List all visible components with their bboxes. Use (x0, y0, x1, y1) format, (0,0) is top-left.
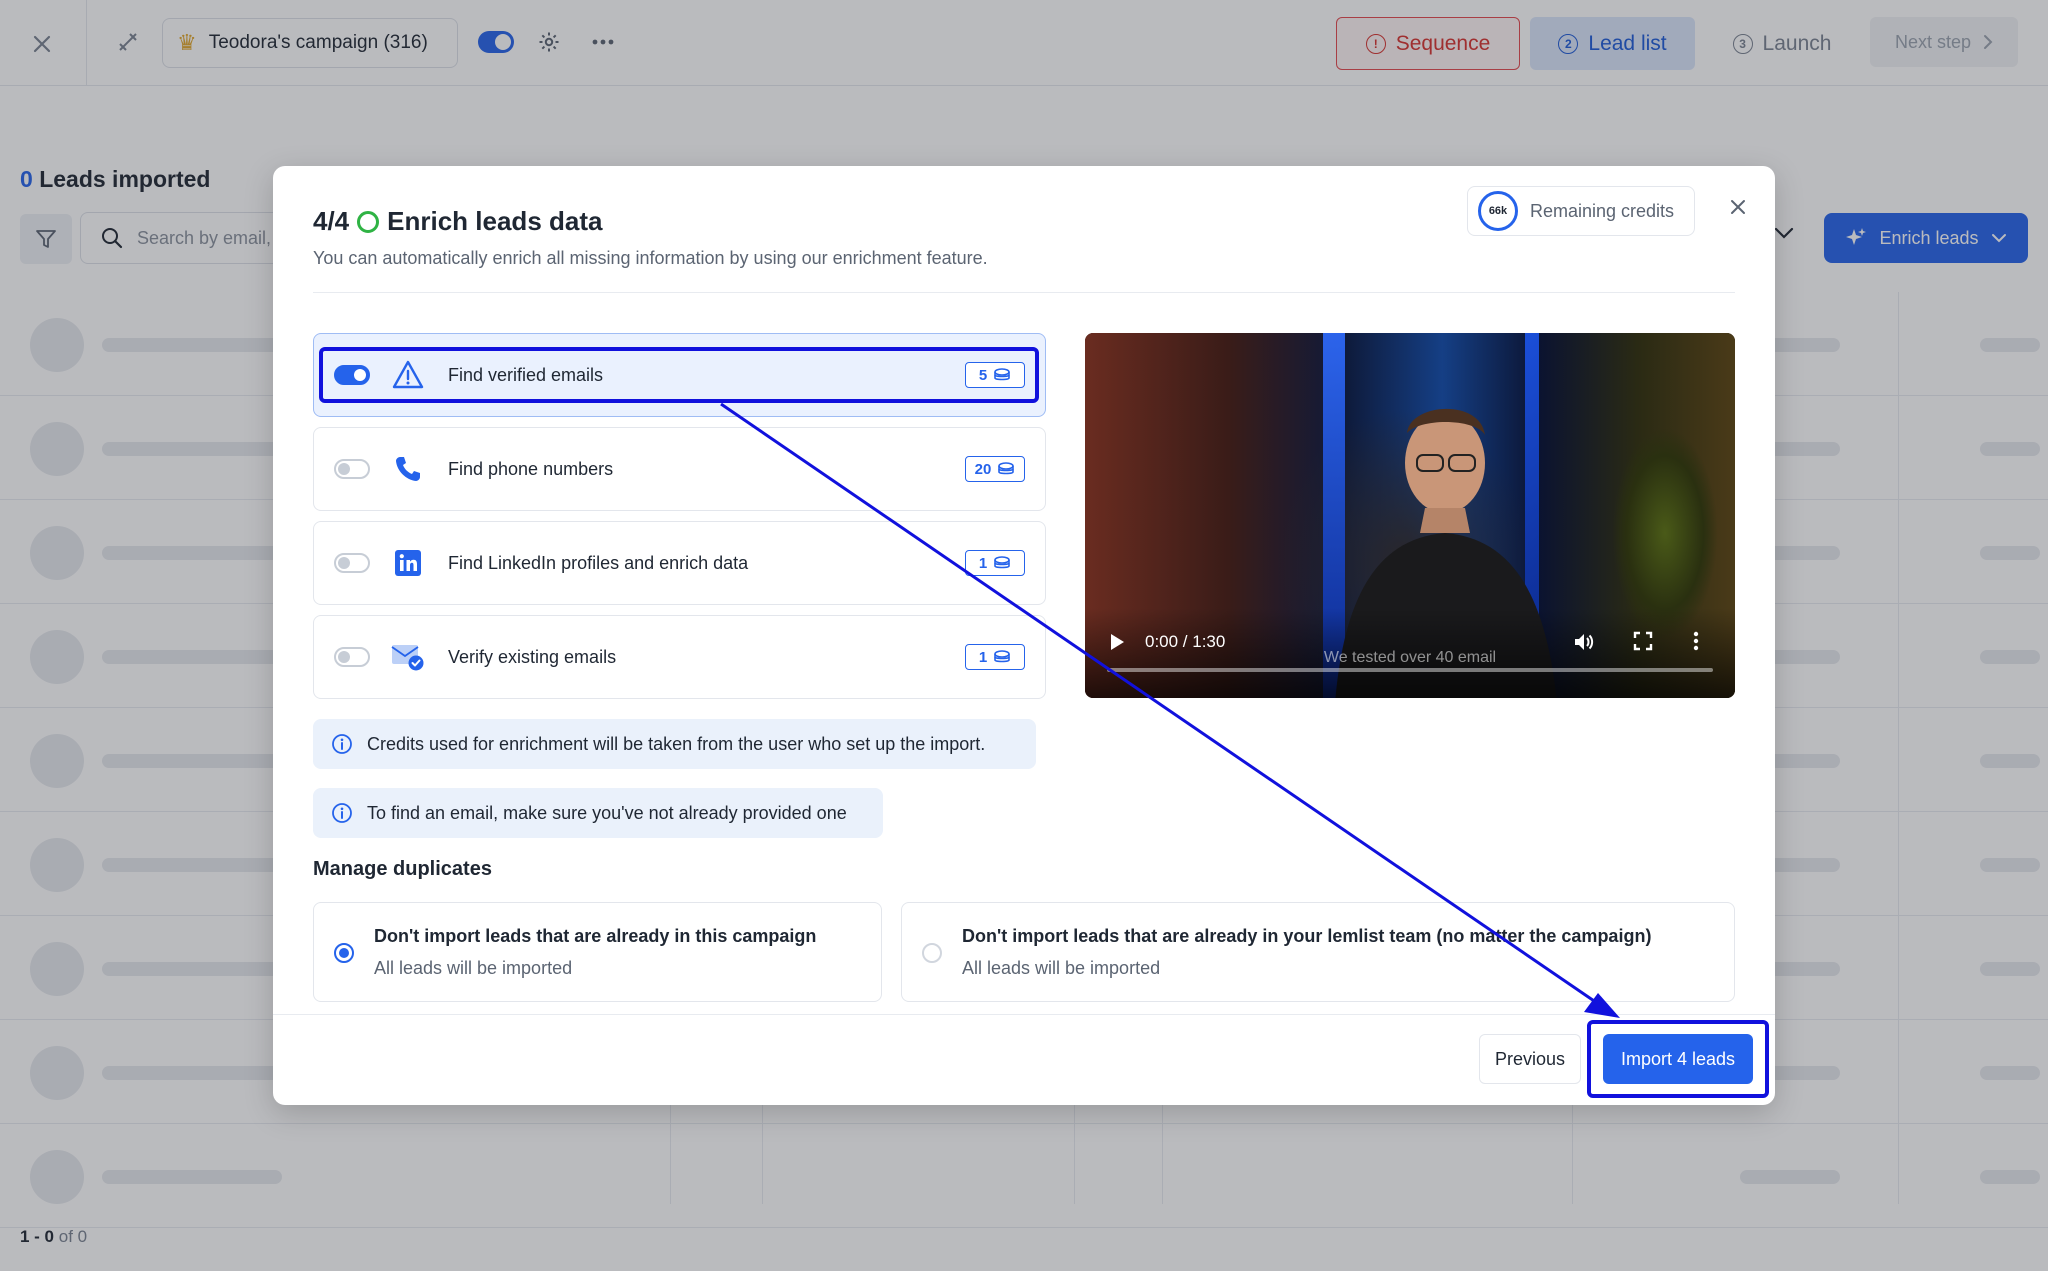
progress-ring-icon (357, 210, 380, 233)
toggle-switch[interactable] (334, 459, 370, 479)
radio-button[interactable] (334, 943, 354, 963)
info-email-text: To find an email, make sure you've not a… (367, 802, 847, 823)
duplicate-option-campaign[interactable]: Don't import leads that are already in t… (313, 902, 882, 1002)
coins-icon (998, 462, 1015, 475)
modal-title-text: Enrich leads data (387, 206, 603, 236)
modal-divider (313, 292, 1735, 293)
fullscreen-icon[interactable] (1633, 631, 1653, 651)
annotation-highlight-import (1587, 1020, 1769, 1098)
option-find-linkedin-profiles[interactable]: Find LinkedIn profiles and enrich data 1 (313, 521, 1046, 605)
info-icon (332, 734, 352, 754)
phone-icon (390, 451, 426, 487)
modal-step: 4/4 (313, 206, 350, 236)
duplicate-option-subtitle: All leads will be imported (962, 958, 1161, 978)
modal-footer-divider (273, 1014, 1775, 1015)
modal-subtitle: You can automatically enrich all missing… (313, 248, 988, 268)
info-email-note: To find an email, make sure you've not a… (313, 788, 883, 838)
option-label: Find LinkedIn profiles and enrich data (448, 552, 749, 573)
linkedin-icon (390, 545, 426, 581)
option-label: Verify existing emails (448, 646, 617, 667)
manage-duplicates-title: Manage duplicates (313, 858, 492, 880)
credit-cost: 1 (978, 554, 988, 572)
option-verify-existing-emails[interactable]: Verify existing emails 1 (313, 615, 1046, 699)
toggle-switch[interactable] (334, 553, 370, 573)
toggle-switch[interactable] (334, 647, 370, 667)
close-icon[interactable] (1723, 192, 1753, 222)
credit-cost: 20 (974, 460, 992, 478)
coins-icon (994, 650, 1010, 663)
info-icon (332, 803, 352, 823)
credit-cost: 1 (978, 648, 988, 666)
modal-title: 4/4 Enrich leads data (313, 206, 602, 237)
credit-cost-badge: 1 (965, 644, 1025, 670)
duplicate-option-title: Don't import leads that are already in y… (962, 926, 1652, 946)
duplicate-option-subtitle: All leads will be imported (374, 958, 573, 978)
video-more-icon[interactable] (1693, 631, 1699, 651)
info-credits-note: Credits used for enrichment will be take… (313, 719, 1036, 769)
coins-icon (994, 556, 1010, 569)
duplicate-option-title: Don't import leads that are already in t… (374, 926, 817, 946)
tutorial-video[interactable]: 0:00 / 1:30 We tested over 40 email (1085, 333, 1735, 698)
video-progress-bar[interactable] (1107, 668, 1713, 672)
previous-button[interactable]: Previous (1479, 1034, 1581, 1084)
credits-gauge-icon: 66k (1478, 191, 1518, 231)
remaining-credits-badge: 66k Remaining credits (1467, 186, 1695, 236)
remaining-credits-label: Remaining credits (1530, 200, 1675, 221)
radio-button[interactable] (922, 943, 942, 963)
credit-cost-badge: 20 (965, 456, 1025, 482)
duplicate-option-team[interactable]: Don't import leads that are already in y… (901, 902, 1735, 1002)
credit-cost-badge: 1 (965, 550, 1025, 576)
enrich-leads-modal: 4/4 Enrich leads data You can automatica… (273, 166, 1775, 1105)
video-caption: We tested over 40 email (1323, 649, 1497, 666)
option-label: Find phone numbers (448, 458, 614, 479)
option-find-phone-numbers[interactable]: Find phone numbers 20 (313, 427, 1046, 511)
annotation-highlight-option (319, 347, 1039, 403)
mail-check-icon (390, 639, 426, 675)
info-credits-text: Credits used for enrichment will be take… (367, 733, 986, 754)
